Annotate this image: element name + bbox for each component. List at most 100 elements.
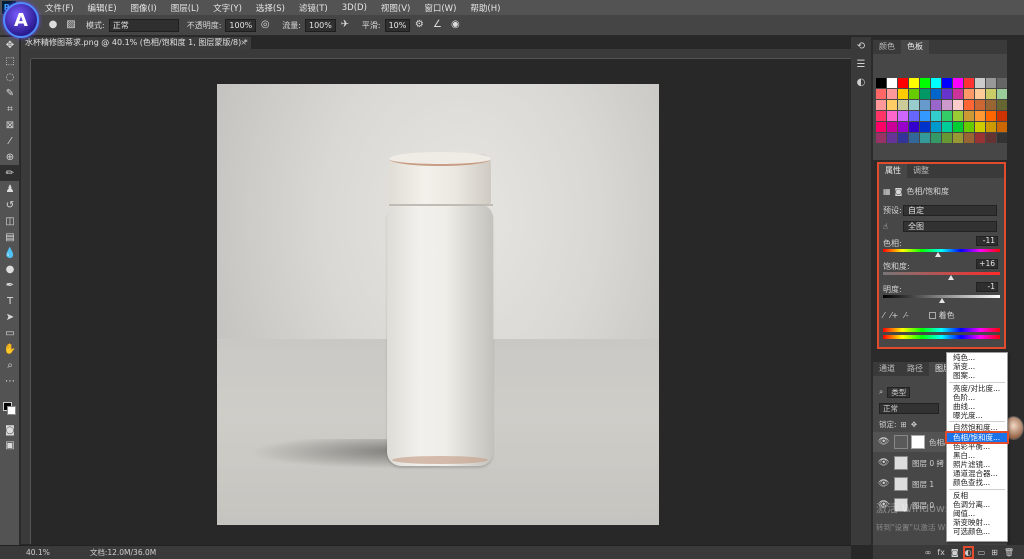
- target-adjust-hand-icon[interactable]: ☝: [883, 222, 903, 231]
- close-icon[interactable]: ×: [240, 37, 247, 49]
- color-swatch[interactable]: [942, 78, 952, 88]
- color-swatch[interactable]: [997, 122, 1007, 132]
- visibility-eye-icon[interactable]: 👁: [878, 458, 889, 468]
- hue-value-field[interactable]: -11: [976, 236, 998, 246]
- color-swatch[interactable]: [997, 133, 1007, 143]
- pen-tool-icon[interactable]: ✒: [0, 277, 20, 293]
- color-swatch[interactable]: [986, 100, 996, 110]
- visibility-eye-icon[interactable]: 👁: [878, 479, 889, 489]
- tab-properties[interactable]: 属性: [879, 164, 907, 178]
- menu-item-black-white[interactable]: 黑白...: [947, 451, 1007, 460]
- history-brush-tool-icon[interactable]: ↺: [0, 197, 20, 213]
- color-swatch[interactable]: [931, 89, 941, 99]
- color-swatch[interactable]: [986, 111, 996, 121]
- tab-channels[interactable]: 通道: [873, 362, 901, 376]
- menu-item-curves[interactable]: 曲线...: [947, 402, 1007, 411]
- properties-panel-icon[interactable]: ☰: [851, 55, 871, 73]
- layer-style-icon[interactable]: fx: [937, 548, 945, 557]
- mode-select[interactable]: 正常: [108, 18, 179, 32]
- color-swatch[interactable]: [876, 133, 886, 143]
- color-swatch[interactable]: [920, 100, 930, 110]
- color-swatch[interactable]: [887, 100, 897, 110]
- color-swatch[interactable]: [909, 89, 919, 99]
- color-swatch[interactable]: [975, 78, 985, 88]
- color-swatch[interactable]: [964, 89, 974, 99]
- color-swatch[interactable]: [920, 122, 930, 132]
- color-swatch[interactable]: [953, 89, 963, 99]
- hue-slider-track[interactable]: [883, 249, 1000, 252]
- color-swatch[interactable]: [997, 100, 1007, 110]
- channel-select[interactable]: 全图: [903, 221, 997, 232]
- layer-mask-thumbnail[interactable]: [911, 435, 925, 449]
- color-swatch[interactable]: [986, 122, 996, 132]
- color-swatch[interactable]: [898, 133, 908, 143]
- add-mask-icon[interactable]: ◙: [951, 548, 959, 557]
- saturation-value-field[interactable]: +16: [976, 259, 998, 269]
- color-swatch[interactable]: [898, 111, 908, 121]
- opacity-field[interactable]: 100%: [225, 18, 257, 32]
- color-swatch[interactable]: [942, 122, 952, 132]
- menu-item-threshold[interactable]: 阈值...: [947, 509, 1007, 518]
- eyedropper-minus-icon[interactable]: ⁄-: [904, 311, 908, 320]
- color-swatch[interactable]: [898, 78, 908, 88]
- tab-paths[interactable]: 路径: [901, 362, 929, 376]
- brush-preset-icon[interactable]: ●: [47, 19, 59, 31]
- lightness-slider-thumb[interactable]: [938, 298, 945, 303]
- background-color-swatch[interactable]: [7, 406, 16, 415]
- menu-item-hue-saturation[interactable]: 色相/饱和度...: [945, 430, 1009, 444]
- color-swatch[interactable]: [942, 111, 952, 121]
- menu-item-brightness-contrast[interactable]: 亮度/对比度...: [947, 384, 1007, 393]
- menu-item-pattern[interactable]: 图案...: [947, 371, 1007, 380]
- adjustments-panel-icon[interactable]: ◐: [851, 73, 871, 91]
- menu-file[interactable]: 文件(F): [38, 2, 81, 14]
- menu-select[interactable]: 选择(S): [249, 2, 292, 14]
- menu-window[interactable]: 窗口(W): [417, 2, 463, 14]
- path-select-tool-icon[interactable]: ➤: [0, 309, 20, 325]
- color-swatch[interactable]: [964, 78, 974, 88]
- document-image[interactable]: [217, 84, 659, 525]
- frame-tool-icon[interactable]: ⊠: [0, 117, 20, 133]
- color-swatch[interactable]: [931, 78, 941, 88]
- color-swatch[interactable]: [887, 89, 897, 99]
- smooth-field[interactable]: 10%: [384, 18, 411, 32]
- color-swatch[interactable]: [964, 111, 974, 121]
- color-swatch[interactable]: [876, 111, 886, 121]
- color-swatch[interactable]: [942, 100, 952, 110]
- color-swatch[interactable]: [997, 111, 1007, 121]
- new-adjustment-layer-icon[interactable]: ◐: [962, 545, 974, 559]
- link-layers-icon[interactable]: ∞: [925, 548, 932, 557]
- color-swatch[interactable]: [975, 111, 985, 121]
- tab-swatches[interactable]: 色板: [901, 40, 929, 54]
- color-swatch[interactable]: [920, 89, 930, 99]
- screen-mode-icon[interactable]: ▣: [0, 437, 20, 453]
- visibility-eye-icon[interactable]: 👁: [878, 437, 889, 447]
- gradient-tool-icon[interactable]: ▤: [0, 229, 20, 245]
- color-swatch[interactable]: [931, 111, 941, 121]
- saturation-slider-thumb[interactable]: [947, 275, 954, 280]
- zoom-tool-icon[interactable]: ⌕: [0, 357, 20, 373]
- color-swatch[interactable]: [887, 111, 897, 121]
- color-swatch[interactable]: [876, 122, 886, 132]
- marquee-tool-icon[interactable]: ⬚: [0, 53, 20, 69]
- color-swatch[interactable]: [986, 133, 996, 143]
- menu-item-color-lookup[interactable]: 颜色查找...: [947, 478, 1007, 487]
- document-size[interactable]: 文档:12.0M/36.0M: [90, 547, 156, 558]
- new-group-icon[interactable]: ▭: [978, 548, 986, 557]
- menu-view[interactable]: 视图(V): [374, 2, 417, 14]
- blend-mode-select[interactable]: 正常: [879, 402, 939, 414]
- delete-layer-icon[interactable]: 🗑: [1004, 548, 1014, 557]
- lightness-value-field[interactable]: -1: [976, 282, 998, 292]
- color-swatch[interactable]: [942, 133, 952, 143]
- quick-mask-icon[interactable]: ◙: [0, 422, 20, 438]
- color-swatch[interactable]: [953, 122, 963, 132]
- menu-item-exposure[interactable]: 曝光度...: [947, 411, 1007, 420]
- colorize-checkbox[interactable]: [928, 312, 936, 319]
- color-swatch[interactable]: [909, 122, 919, 132]
- quick-select-tool-icon[interactable]: ✎: [0, 85, 20, 101]
- color-swatch[interactable]: [964, 100, 974, 110]
- crop-tool-icon[interactable]: ⌗: [0, 101, 20, 117]
- type-tool-icon[interactable]: T: [0, 293, 20, 309]
- lock-position-icon[interactable]: ✥: [911, 420, 917, 429]
- menu-item-solid-color[interactable]: 纯色...: [947, 353, 1007, 362]
- eyedropper-tool-icon[interactable]: ⁄: [0, 133, 20, 149]
